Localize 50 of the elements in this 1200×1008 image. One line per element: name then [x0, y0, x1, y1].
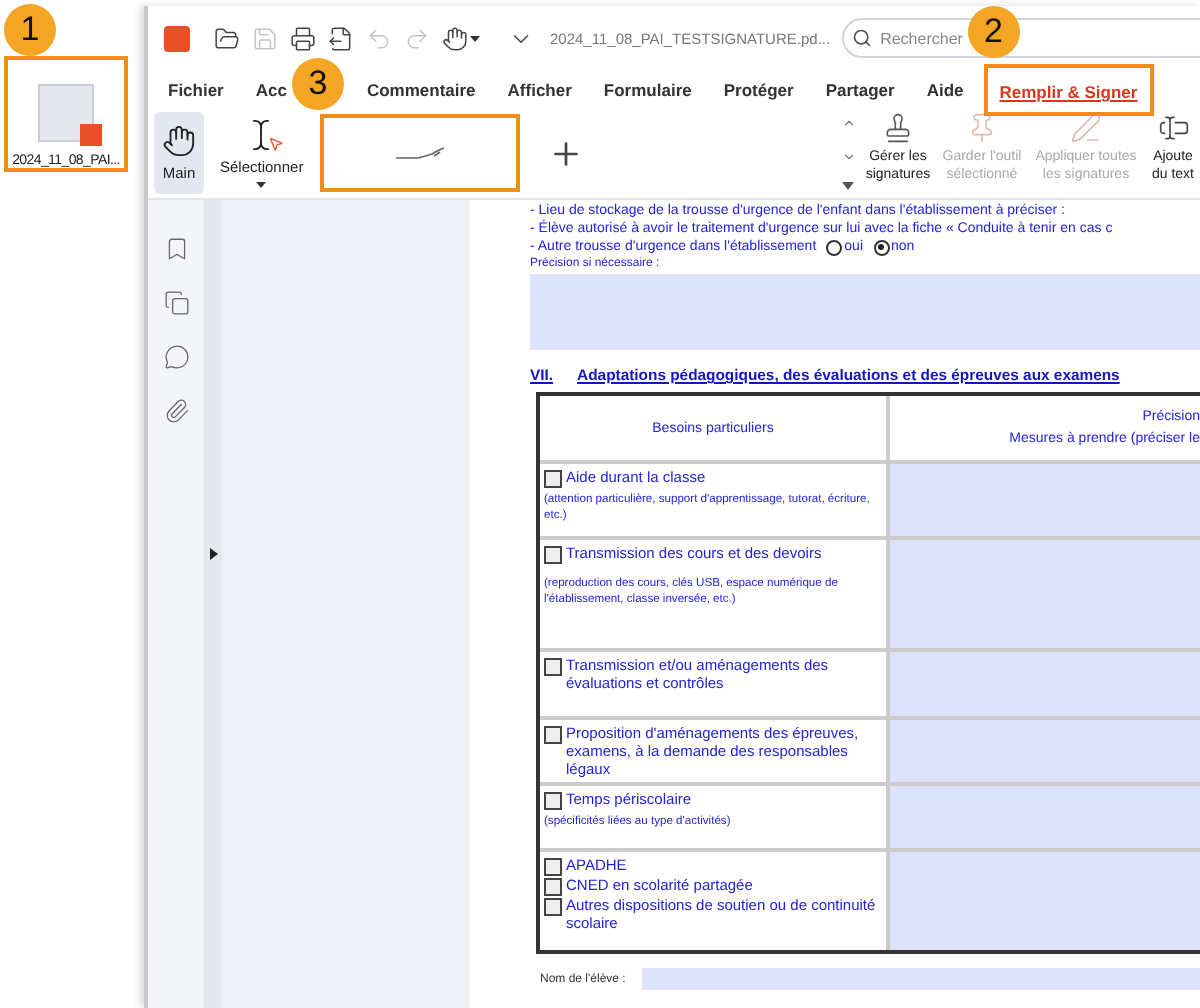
text-field[interactable] — [641, 968, 1200, 990]
hand-icon[interactable] — [442, 25, 480, 51]
menu-tab[interactable]: Partager — [825, 80, 895, 100]
callout-badge: 1 — [4, 4, 56, 56]
hand-icon — [162, 124, 196, 158]
text-field[interactable] — [890, 652, 1200, 720]
text-field[interactable] — [530, 274, 1200, 350]
export-icon[interactable] — [328, 25, 354, 51]
checkbox[interactable] — [544, 792, 562, 810]
scroll-down-icon[interactable] — [841, 149, 855, 163]
signature-drawing — [393, 145, 446, 161]
app-logo — [164, 25, 190, 51]
menu-tab[interactable]: Formulaire — [603, 80, 692, 100]
comment-icon[interactable] — [163, 344, 189, 370]
pen-icon — [1070, 112, 1102, 144]
text-field[interactable] — [890, 852, 1200, 950]
radio-button[interactable] — [873, 239, 889, 255]
text-field[interactable] — [890, 720, 1200, 786]
folder-icon[interactable] — [214, 25, 240, 51]
bookmark-icon[interactable] — [163, 236, 189, 262]
signature-thumbnail[interactable] — [319, 114, 520, 192]
menu-tab[interactable]: Acc — [255, 80, 287, 100]
text-box-icon — [1157, 112, 1189, 144]
menu-tab[interactable]: Remplir & Signer — [999, 82, 1138, 102]
more-icon[interactable] — [842, 182, 854, 190]
checkbox[interactable] — [544, 726, 562, 744]
menu-tab[interactable]: Commentaire — [366, 80, 476, 100]
menu-tab[interactable]: Protéger — [723, 80, 794, 100]
pin-icon — [966, 112, 998, 144]
checkbox[interactable] — [544, 658, 562, 676]
checkbox[interactable] — [544, 546, 562, 564]
caret-icon — [256, 182, 267, 188]
pages-icon[interactable] — [163, 290, 189, 316]
text-field[interactable] — [890, 464, 1200, 540]
checkbox[interactable] — [544, 878, 562, 896]
search-icon — [852, 28, 873, 48]
checkbox[interactable] — [544, 858, 562, 876]
menu-tab[interactable]: Afficher — [507, 80, 572, 100]
expand-arrow-icon[interactable] — [210, 548, 218, 560]
stamp-icon — [882, 112, 914, 144]
radio-button[interactable] — [826, 239, 843, 255]
text-field[interactable] — [890, 540, 1200, 652]
checkbox[interactable] — [544, 470, 562, 488]
text-field[interactable] — [890, 786, 1200, 852]
print-icon[interactable] — [290, 25, 316, 51]
menu-tab[interactable]: Fichier — [168, 80, 224, 100]
scroll-up-icon[interactable] — [841, 116, 855, 130]
paperclip-icon[interactable] — [163, 398, 189, 424]
checkbox[interactable] — [544, 898, 562, 916]
menu-tab[interactable]: Aide — [926, 80, 964, 100]
